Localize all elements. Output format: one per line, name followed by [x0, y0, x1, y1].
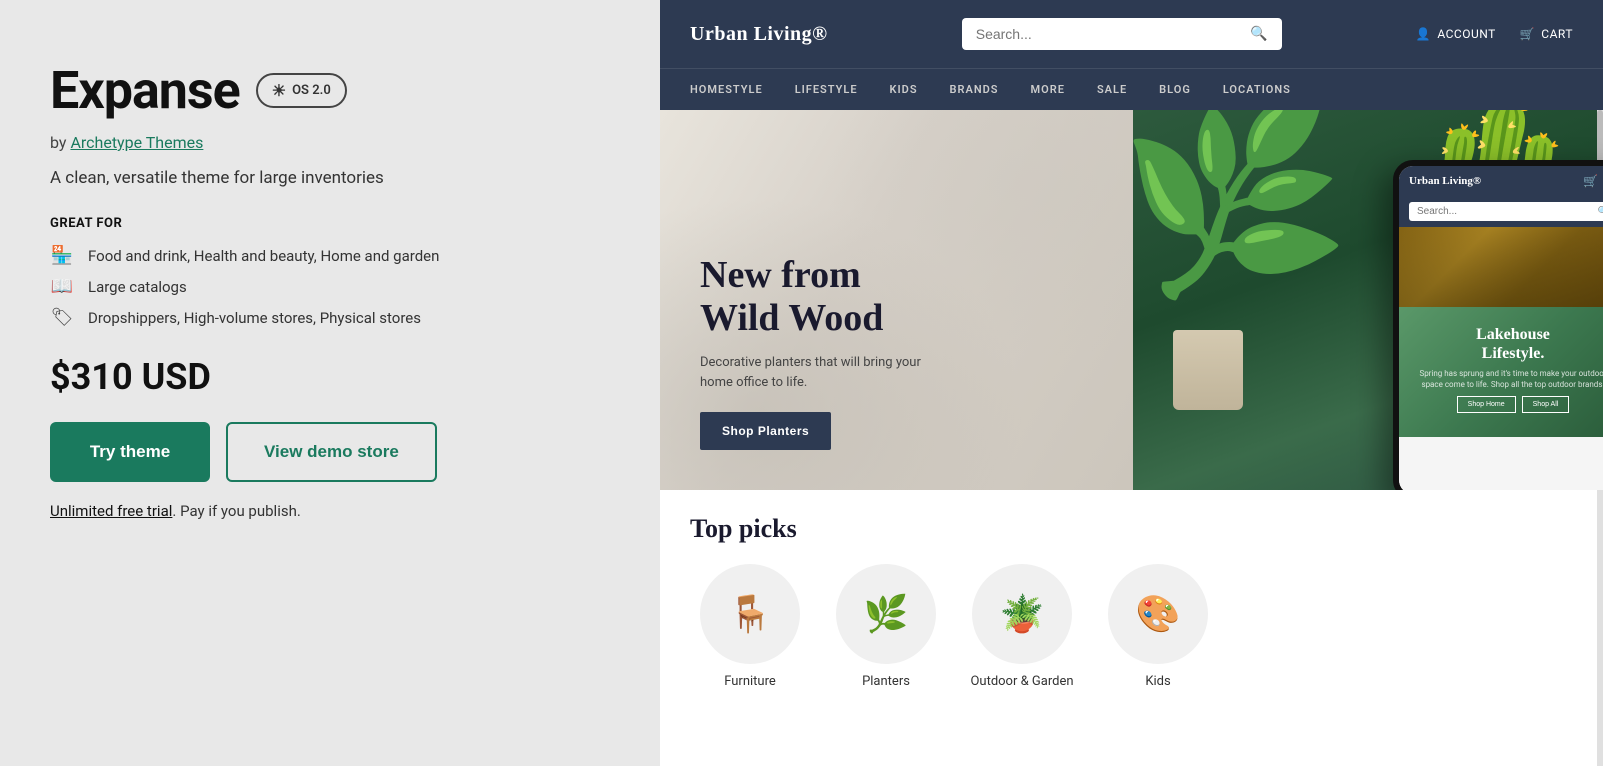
store-bottom: Top picks 🪑 Furniture 🌿 Planters 🪴 Outdo…: [660, 490, 1603, 689]
pick-item-planters[interactable]: 🌿 Planters: [826, 564, 946, 689]
pick-label-outdoor: Outdoor & Garden: [970, 674, 1073, 689]
pick-item-outdoor[interactable]: 🪴 Outdoor & Garden: [962, 564, 1082, 689]
plant-decoration-left: 🌿: [1133, 110, 1356, 310]
store-header-right: 👤 ACCOUNT 🛒 CART: [1416, 27, 1573, 41]
mobile-lifestyle-image: LakehouseLifestyle. Spring has sprung an…: [1399, 307, 1603, 437]
store-header: Urban Living® 🔍 👤 ACCOUNT 🛒 CART: [660, 0, 1603, 68]
nav-item-lifestyle[interactable]: LIFESTYLE: [795, 79, 858, 100]
nav-item-locations[interactable]: LOCATIONS: [1223, 79, 1291, 100]
hero-cta-button[interactable]: Shop Planters: [700, 412, 831, 450]
top-picks-title: Top picks: [690, 514, 1573, 544]
mobile-header: Urban Living® 🛒 ☰: [1399, 166, 1603, 196]
list-item: 📖 Large catalogs: [50, 276, 610, 297]
mobile-inner: Urban Living® 🛒 ☰ 🔍: [1399, 166, 1603, 490]
os-badge: ☀ OS 2.0: [256, 73, 347, 108]
sun-icon: ☀: [272, 81, 286, 100]
right-panel: Urban Living® 🔍 👤 ACCOUNT 🛒 CART HOMESTY…: [660, 0, 1603, 766]
great-for-label: GREAT FOR: [50, 216, 610, 231]
cart-label: CART: [1541, 27, 1573, 41]
theme-title: Expanse: [50, 60, 240, 121]
mobile-shop-all-button[interactable]: Shop All: [1522, 396, 1570, 413]
mobile-cart-icon: 🛒: [1583, 174, 1598, 188]
store-search-input[interactable]: [976, 26, 1243, 42]
account-icon: 👤: [1416, 27, 1431, 41]
pick-item-furniture[interactable]: 🪑 Furniture: [690, 564, 810, 689]
author-link[interactable]: Archetype Themes: [70, 133, 203, 152]
theme-description: A clean, versatile theme for large inven…: [50, 168, 610, 188]
store-main: New fromWild Wood Decorative planters th…: [660, 110, 1603, 766]
pick-circle-planters: 🌿: [836, 564, 936, 664]
mobile-search-input[interactable]: [1417, 206, 1594, 217]
nav-item-sale[interactable]: SALE: [1097, 79, 1127, 100]
nav-item-blog[interactable]: BLOG: [1159, 79, 1191, 100]
feature-text: Dropshippers, High-volume stores, Physic…: [88, 309, 421, 327]
planter-decoration: [1173, 330, 1243, 410]
view-demo-button[interactable]: View demo store: [226, 422, 437, 482]
left-panel: Expanse ☀ OS 2.0 by Archetype Themes A c…: [0, 0, 660, 766]
search-icon: 🔍: [1250, 26, 1267, 42]
pick-label-furniture: Furniture: [724, 674, 776, 689]
hero-left: New fromWild Wood Decorative planters th…: [660, 110, 1133, 490]
cart-button[interactable]: 🛒 CART: [1520, 27, 1573, 41]
mobile-shop-home-button[interactable]: Shop Home: [1457, 396, 1516, 413]
mobile-outdoor-image: [1399, 227, 1603, 307]
mobile-logo: Urban Living®: [1409, 175, 1481, 187]
store-search-bar[interactable]: 🔍: [962, 18, 1282, 50]
theme-title-row: Expanse ☀ OS 2.0: [50, 60, 610, 121]
pick-item-kids[interactable]: 🎨 Kids: [1098, 564, 1218, 689]
mobile-search-bar: 🔍: [1399, 196, 1603, 227]
hero-subtitle: Decorative planters that will bring your…: [700, 353, 940, 392]
button-row: Try theme View demo store: [50, 422, 610, 482]
os-badge-label: OS 2.0: [292, 83, 331, 98]
feature-text: Large catalogs: [88, 278, 187, 296]
top-picks-grid: 🪑 Furniture 🌿 Planters 🪴 Outdoor & Garde…: [690, 564, 1573, 689]
store-nav: HOMESTYLE LIFESTYLE KIDS BRANDS MORE SAL…: [660, 68, 1603, 110]
store-logo: Urban Living®: [690, 23, 828, 46]
mobile-shop-buttons: Shop Home Shop All: [1409, 390, 1603, 419]
store-icon: 🏪: [50, 245, 74, 266]
mobile-content: LakehouseLifestyle. Spring has sprung an…: [1399, 227, 1603, 490]
try-theme-button[interactable]: Try theme: [50, 422, 210, 482]
list-item: 🏷 Dropshippers, High-volume stores, Phys…: [50, 307, 610, 328]
mobile-overlay-subtitle: Spring has sprung and it's time to make …: [1409, 368, 1603, 390]
price-display: $310 USD: [50, 356, 610, 398]
mobile-header-icons: 🛒 ☰: [1583, 174, 1603, 188]
nav-item-brands[interactable]: BRANDS: [950, 79, 999, 100]
pick-circle-outdoor: 🪴: [972, 564, 1072, 664]
trial-text: Unlimited free trial. Pay if you publish…: [50, 502, 610, 520]
mobile-overlay-title: LakehouseLifestyle.: [1409, 325, 1603, 363]
list-item: 🏪 Food and drink, Health and beauty, Hom…: [50, 245, 610, 266]
hero-content: New fromWild Wood Decorative planters th…: [700, 254, 940, 450]
feature-text: Food and drink, Health and beauty, Home …: [88, 247, 439, 265]
tag-icon: 🏷: [50, 307, 74, 328]
mobile-search-inner[interactable]: 🔍: [1409, 202, 1603, 221]
hero-section: New fromWild Wood Decorative planters th…: [660, 110, 1603, 490]
mobile-preview: Urban Living® 🛒 ☰ 🔍: [1393, 160, 1603, 490]
nav-item-more[interactable]: MORE: [1031, 79, 1065, 100]
pick-label-planters: Planters: [862, 674, 910, 689]
pick-circle-furniture: 🪑: [700, 564, 800, 664]
mobile-search-icon: 🔍: [1598, 207, 1603, 217]
features-list: 🏪 Food and drink, Health and beauty, Hom…: [50, 245, 610, 328]
cart-icon: 🛒: [1520, 27, 1535, 41]
hero-right: 🌿 🌵 Urban Living® 🛒 ☰: [1133, 110, 1603, 490]
account-label: ACCOUNT: [1437, 27, 1495, 41]
nav-item-kids[interactable]: KIDS: [890, 79, 918, 100]
trial-link[interactable]: Unlimited free trial: [50, 502, 172, 520]
hero-title: New fromWild Wood: [700, 254, 940, 341]
pick-label-kids: Kids: [1145, 674, 1170, 689]
pick-circle-kids: 🎨: [1108, 564, 1208, 664]
nav-item-homestyle[interactable]: HOMESTYLE: [690, 79, 763, 100]
by-line: by Archetype Themes: [50, 133, 610, 152]
catalog-icon: 📖: [50, 276, 74, 297]
store-preview: Urban Living® 🔍 👤 ACCOUNT 🛒 CART HOMESTY…: [660, 0, 1603, 766]
account-button[interactable]: 👤 ACCOUNT: [1416, 27, 1496, 41]
